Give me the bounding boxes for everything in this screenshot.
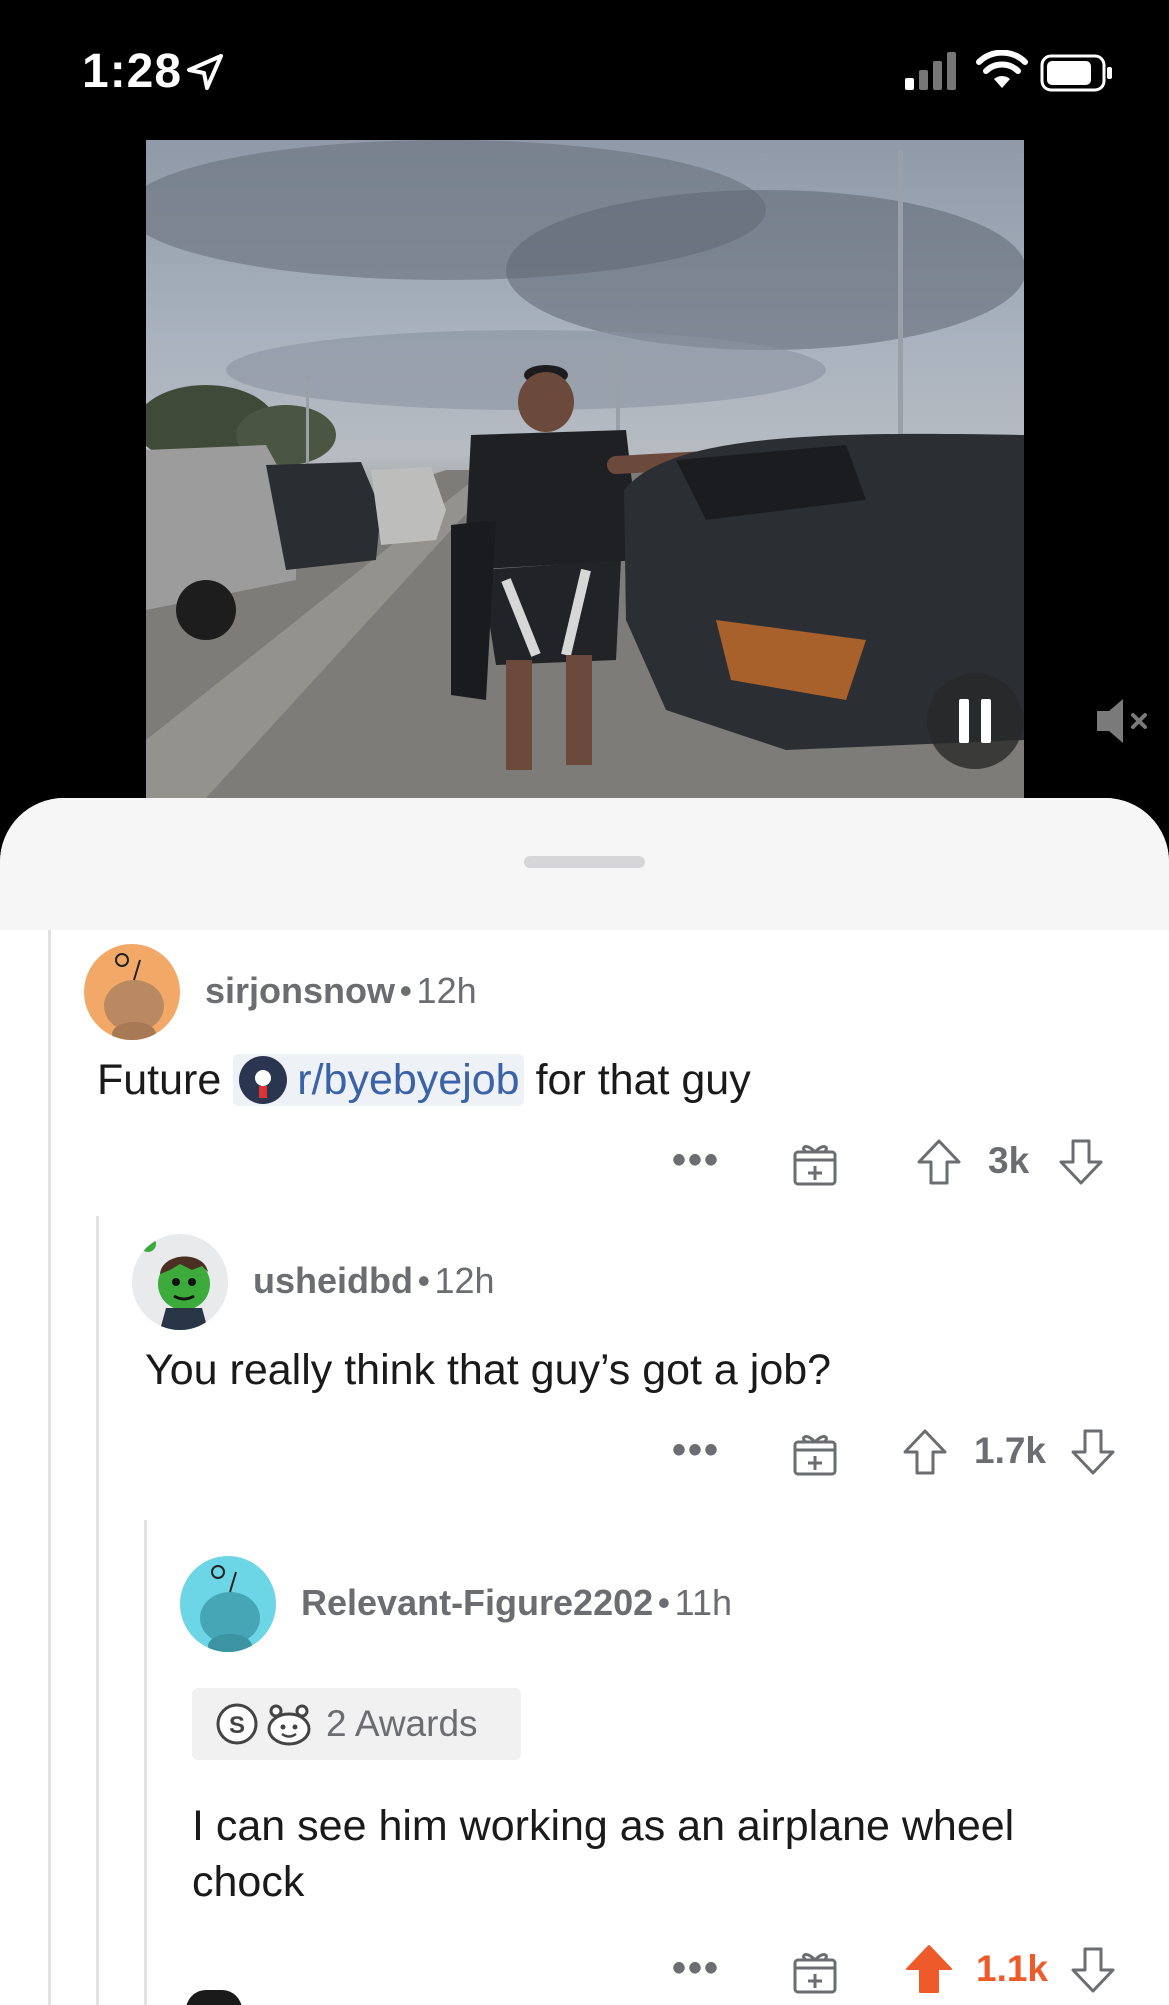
wholesome-award-icon bbox=[267, 1704, 311, 1746]
mute-icon[interactable] bbox=[1093, 693, 1153, 749]
comment-age: 12h bbox=[434, 1260, 495, 1301]
downvote-icon[interactable] bbox=[1070, 1428, 1116, 1476]
comments-sheet: sirjonsnow • 12h Future r/byebyejob for … bbox=[0, 798, 1169, 2005]
avatar[interactable] bbox=[132, 1234, 228, 1330]
comment: sirjonsnow • 12h Future r/byebyejob for … bbox=[0, 930, 1169, 1220]
snoo-avatar-icon bbox=[104, 953, 164, 1040]
meta-separator: • bbox=[399, 970, 413, 1011]
meta-separator: • bbox=[417, 1260, 431, 1301]
more-options-button[interactable]: ••• bbox=[672, 1946, 720, 1991]
cellular-signal-icon bbox=[905, 52, 956, 90]
comment-text: You really think that guy’s got a job? bbox=[145, 1346, 832, 1394]
downvote-icon[interactable] bbox=[1070, 1946, 1116, 1994]
awards-badge[interactable]: S 2 Awards bbox=[192, 1688, 521, 1760]
pause-icon bbox=[959, 699, 991, 743]
silver-award-icon: S bbox=[216, 1703, 258, 1745]
more-options-button[interactable]: ••• bbox=[672, 1138, 720, 1183]
gift-award-icon[interactable] bbox=[792, 1948, 838, 1994]
comment-text: I can see him working as an airplane whe… bbox=[192, 1802, 1015, 1906]
subreddit-chip[interactable]: r/byebyejob bbox=[233, 1052, 524, 1108]
comment-age: 12h bbox=[416, 970, 477, 1011]
downvote-icon[interactable] bbox=[1058, 1138, 1104, 1186]
vote-count: 1.7k bbox=[974, 1430, 1047, 1471]
comment-username[interactable]: sirjonsnow bbox=[205, 970, 395, 1011]
wifi-icon bbox=[976, 50, 1028, 88]
awards-count: 2 Awards bbox=[326, 1703, 478, 1744]
comment: Relevant-Figure2202 • 11h S 2 Awards I c… bbox=[0, 1520, 1169, 2005]
vote-count: 3k bbox=[988, 1140, 1030, 1181]
gift-award-icon[interactable] bbox=[792, 1140, 838, 1186]
snoo-avatar-icon bbox=[140, 1236, 210, 1330]
subreddit-link[interactable]: r/byebyejob bbox=[297, 1052, 519, 1108]
status-time: 1:28 bbox=[82, 45, 183, 98]
comment: usheidbd • 12h You really think that guy… bbox=[0, 1220, 1169, 1520]
drag-handle[interactable] bbox=[524, 856, 645, 868]
subreddit-icon bbox=[239, 1056, 288, 1104]
meta-separator: • bbox=[657, 1582, 671, 1623]
comment-meta: sirjonsnow • 12h bbox=[205, 970, 477, 1012]
comment-meta: Relevant-Figure2202 • 11h bbox=[301, 1582, 732, 1624]
comment-text: Future bbox=[97, 1056, 222, 1104]
sheet-header bbox=[0, 798, 1169, 930]
video-frame bbox=[146, 140, 1024, 798]
vote-count: 1.1k bbox=[976, 1948, 1049, 1989]
upvote-icon-active[interactable] bbox=[904, 1944, 954, 1994]
comment-age: 11h bbox=[674, 1582, 733, 1623]
avatar[interactable] bbox=[84, 944, 180, 1040]
comment-username[interactable]: usheidbd bbox=[253, 1260, 413, 1301]
upvote-icon[interactable] bbox=[916, 1138, 962, 1186]
more-options-button[interactable]: ••• bbox=[672, 1428, 720, 1473]
status-bar: 1:28 bbox=[0, 0, 1169, 140]
video-player[interactable] bbox=[146, 140, 1024, 798]
gift-award-icon[interactable] bbox=[792, 1430, 838, 1476]
avatar[interactable] bbox=[180, 1556, 276, 1652]
pause-button[interactable] bbox=[927, 673, 1023, 769]
comment-meta: usheidbd • 12h bbox=[253, 1260, 495, 1302]
location-arrow-icon bbox=[187, 54, 223, 90]
svg-text:S: S bbox=[229, 1712, 245, 1739]
comment-username[interactable]: Relevant-Figure2202 bbox=[301, 1582, 653, 1623]
comment-body: Future r/byebyejob for that guy bbox=[97, 1052, 751, 1108]
snoo-avatar-icon bbox=[200, 1565, 260, 1652]
upvote-icon[interactable] bbox=[902, 1428, 948, 1476]
battery-icon bbox=[1040, 54, 1112, 92]
comment-text: for that guy bbox=[535, 1056, 751, 1104]
